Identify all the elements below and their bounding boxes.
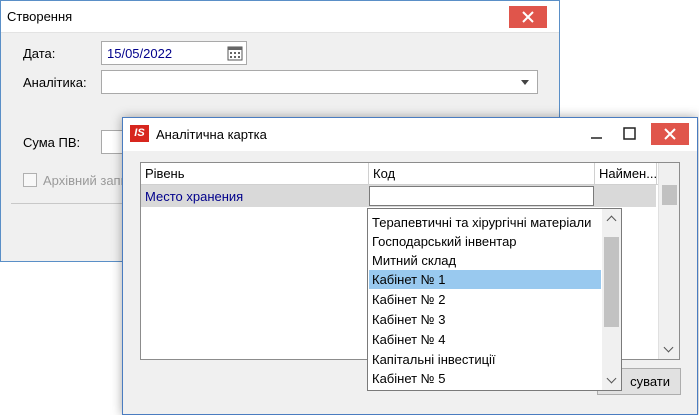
code-input[interactable] xyxy=(369,186,594,206)
column-header-level[interactable]: Рівень xyxy=(141,163,369,185)
analytics-card-titlebar: IS Аналітична картка xyxy=(123,118,697,151)
dropdown-scrollbar-thumb[interactable] xyxy=(604,237,619,327)
maximize-icon[interactable] xyxy=(620,126,640,142)
list-item[interactable]: Кабінет № 2 xyxy=(369,290,601,309)
app-logo: IS xyxy=(130,125,149,142)
column-header-name[interactable]: Наймен... xyxy=(595,163,657,185)
chevron-down-icon[interactable] xyxy=(521,80,529,85)
divider xyxy=(11,203,126,204)
table-row[interactable]: Место хранения xyxy=(141,185,656,207)
grid-header: Рівень Код Наймен... xyxy=(141,163,679,185)
archive-label: Архівний запи xyxy=(43,173,128,188)
analytics-label: Аналітика: xyxy=(23,75,87,90)
list-item[interactable]: Кабінет № 3 xyxy=(369,310,601,329)
date-field[interactable]: 15/05/2022 xyxy=(101,41,247,65)
scroll-down-icon[interactable] xyxy=(606,373,617,384)
list-item[interactable]: Господарський інвентар xyxy=(369,232,601,251)
sum-label: Сума ПВ: xyxy=(23,135,81,150)
create-window-title: Створення xyxy=(7,9,73,24)
list-item[interactable]: Терапевтичні та хірургічні матеріали xyxy=(369,213,601,232)
list-item[interactable]: Капітальні інвестиції xyxy=(369,350,601,369)
minimize-icon[interactable] xyxy=(587,126,607,142)
scroll-up-icon[interactable] xyxy=(606,215,617,226)
calendar-icon[interactable] xyxy=(227,45,243,61)
column-header-code[interactable]: Код xyxy=(369,163,595,185)
scroll-down-icon[interactable] xyxy=(663,342,674,353)
analytics-card-close-button[interactable] xyxy=(651,123,689,145)
create-window-close-button[interactable] xyxy=(509,6,547,28)
row-level-value: Место хранения xyxy=(145,189,244,204)
code-dropdown-list[interactable]: Терапевтичні та хірургічні матеріали Гос… xyxy=(367,208,622,391)
archive-checkbox[interactable] xyxy=(23,173,37,187)
grid-scrollbar-thumb[interactable] xyxy=(662,185,677,205)
close-icon xyxy=(664,128,676,140)
date-value: 15/05/2022 xyxy=(107,46,173,61)
analytics-card-title: Аналітична картка xyxy=(156,127,267,142)
dropdown-scrollbar[interactable] xyxy=(602,209,621,390)
date-label: Дата: xyxy=(23,46,56,61)
list-item[interactable]: Кабінет № 4 xyxy=(369,330,601,349)
list-item[interactable]: Митний склад xyxy=(369,251,601,270)
list-item[interactable]: Кабінет № 5 xyxy=(369,369,601,388)
analytics-select[interactable] xyxy=(101,70,538,94)
create-window-titlebar: Створення xyxy=(1,1,559,33)
grid-scrollbar[interactable] xyxy=(658,163,679,359)
close-icon xyxy=(522,11,534,23)
list-item-selected[interactable]: Кабінет № 1 xyxy=(369,270,601,289)
